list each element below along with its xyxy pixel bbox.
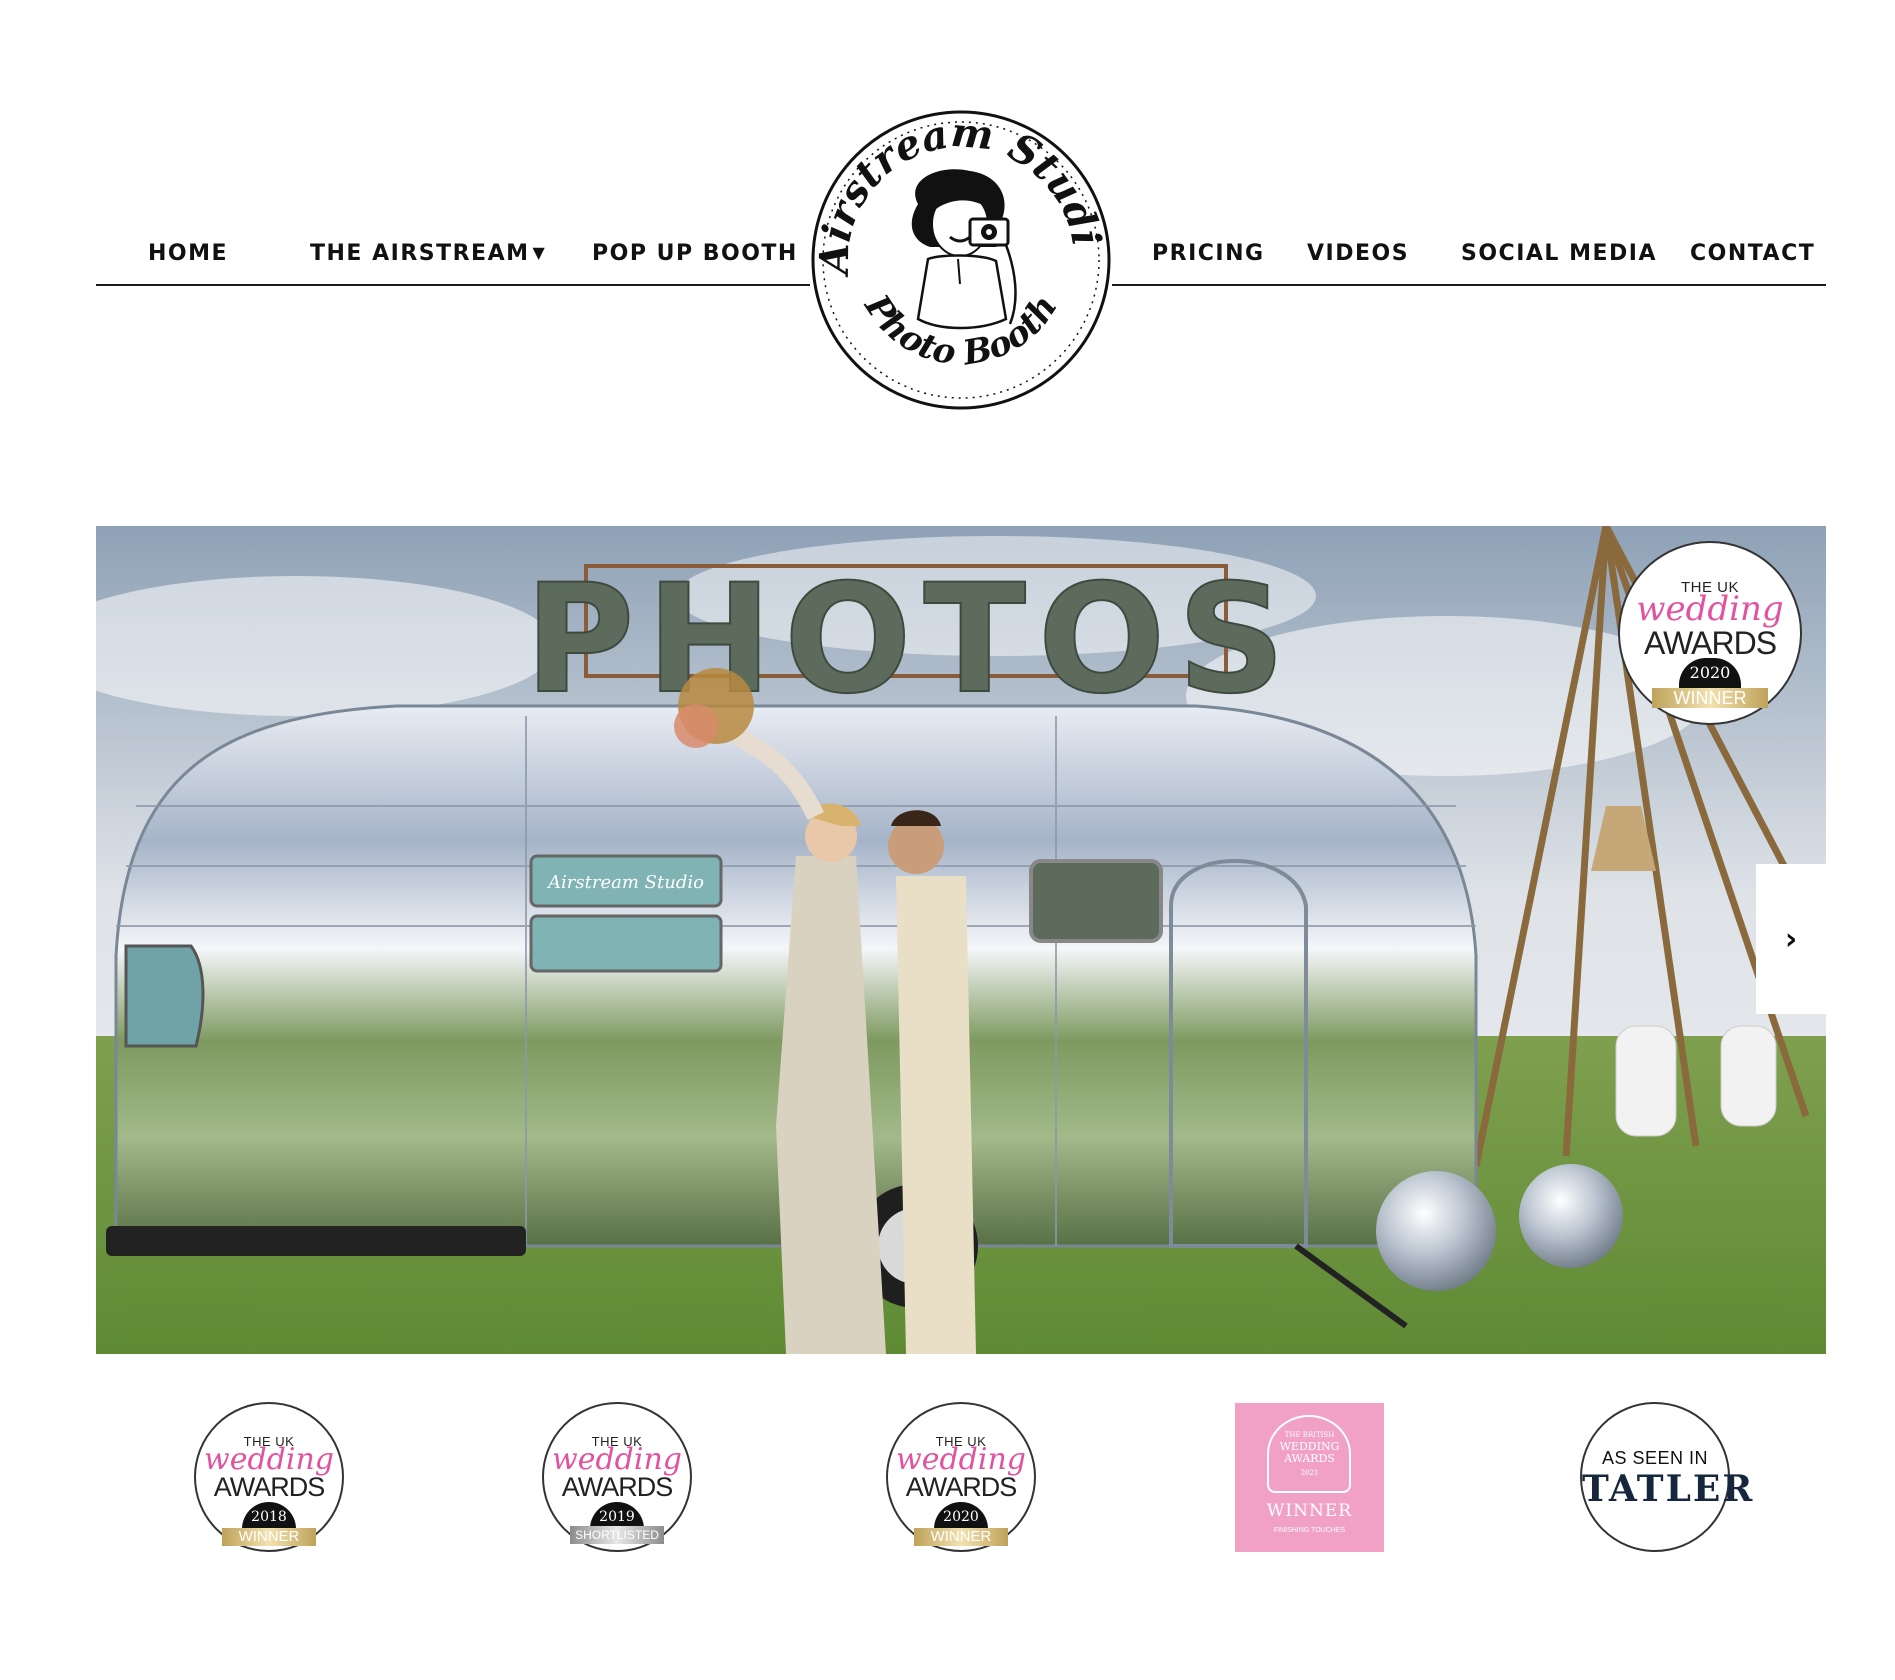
hero-photo: Airstream Studio PHOTOS [96, 526, 1826, 1354]
photos-sign: PHOTOS [525, 553, 1298, 727]
nav-divider-right [1112, 284, 1826, 286]
white-chair-right [1720, 1025, 1777, 1127]
badge-ribbon: SHORTLISTED [570, 1526, 664, 1544]
nav-pop-up-booth[interactable]: POP UP BOOTH [592, 241, 798, 266]
square-badge-sub: FINISHING TOUCHES [1273, 1527, 1346, 1534]
badge-awards: AWARDS [561, 1472, 674, 1502]
badge-ribbon: WINNER [914, 1528, 1008, 1546]
nav-social-media[interactable]: SOCIAL MEDIA [1461, 241, 1657, 266]
award-badge-2019[interactable]: THE UK wedding AWARDS 2019 SHORTLISTED [542, 1402, 692, 1552]
trailer-bumper [106, 1226, 526, 1256]
badge-year: 2019 [590, 1502, 644, 1529]
hero-slider[interactable]: Airstream Studio PHOTOS THE UK wedding A… [96, 526, 1826, 1354]
square-badge-line1: THE BRITISH [1284, 1431, 1335, 1439]
tatler-brand: TATLER [1582, 1468, 1755, 1510]
tatler-badge[interactable]: AS SEEN IN TATLER [1580, 1402, 1755, 1552]
nav-divider-left [96, 284, 810, 286]
hero-badge-ribbon: WINNER [1652, 688, 1768, 708]
white-chair-left [1615, 1025, 1677, 1137]
badge-year: 2020 [934, 1502, 988, 1529]
nav-pricing[interactable]: PRICING [1152, 241, 1265, 266]
chevron-right-icon: › [1784, 921, 1798, 957]
nav-contact[interactable]: CONTACT [1690, 241, 1815, 266]
disco-ball-left [1376, 1171, 1496, 1291]
hero-badge-year: 2020 [1679, 658, 1741, 688]
nav-videos[interactable]: VIDEOS [1307, 241, 1409, 266]
logo-graphic: Airstream Studio Photo Booth [797, 72, 1111, 410]
nav-the-airstream[interactable]: THE AIRSTREAM ▼ [310, 241, 546, 266]
award-badge-2018[interactable]: THE UK wedding AWARDS 2018 WINNER [194, 1402, 344, 1552]
square-badge-year: 2021 [1300, 1469, 1319, 1477]
square-badge-title: WEDDING AWARDS [1279, 1440, 1340, 1465]
hero-badge-awards: AWARDS [1643, 625, 1777, 661]
badge-year: 2018 [242, 1502, 296, 1529]
badge-awards: AWARDS [905, 1472, 1018, 1502]
hero-award-badge: THE UK wedding AWARDS 2020 WINNER [1618, 541, 1802, 725]
british-wedding-awards-badge[interactable]: THE BRITISH WEDDING AWARDS 2021 WINNER F… [1235, 1403, 1384, 1552]
tatler-line1: AS SEEN IN [1601, 1448, 1709, 1468]
nav-the-airstream-label: THE AIRSTREAM [310, 241, 530, 266]
slider-next-button[interactable]: › [1756, 864, 1826, 1014]
caret-down-icon: ▼ [532, 243, 547, 262]
nav-home[interactable]: HOME [148, 241, 228, 266]
hero-badge-script: wedding [1636, 589, 1784, 629]
award-badge-2020[interactable]: THE UK wedding AWARDS 2020 WINNER [886, 1402, 1036, 1552]
trailer-sign-text: Airstream Studio [546, 872, 704, 893]
square-badge-main: WINNER [1266, 1501, 1353, 1521]
badge-ribbon: WINNER [222, 1528, 316, 1546]
disco-ball-right [1519, 1164, 1623, 1268]
site-logo[interactable]: Airstream Studio Photo Booth [797, 72, 1112, 411]
badge-awards: AWARDS [213, 1472, 326, 1502]
